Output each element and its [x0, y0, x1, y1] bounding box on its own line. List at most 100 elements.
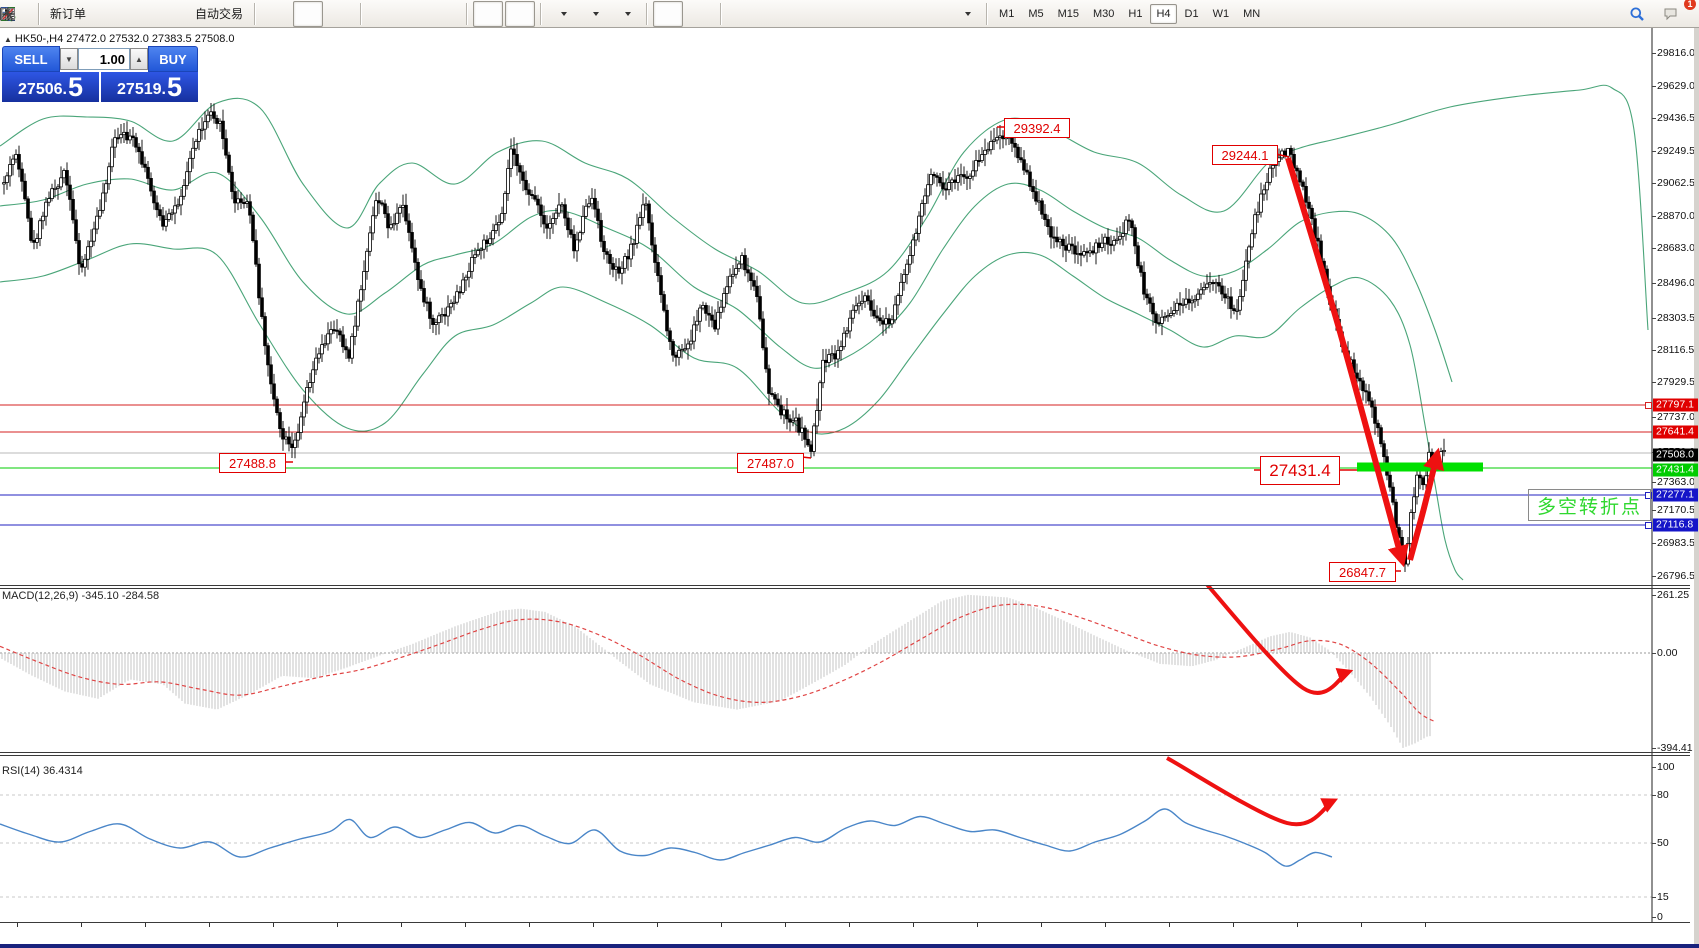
time-axis-tick [913, 923, 914, 927]
new-order-button[interactable]: 新订单 [45, 1, 92, 27]
notifications-button[interactable]: 1 [1662, 1, 1692, 27]
time-axis-tick [593, 923, 594, 927]
macd-axis-tick [1652, 748, 1656, 749]
time-axis-tick [849, 923, 850, 927]
equidistant-channel-button[interactable]: E [823, 1, 853, 27]
timeframe-h1[interactable]: H1 [1122, 4, 1148, 24]
zoom-out-button[interactable] [399, 1, 429, 27]
price-badge: 27508.0 [1653, 449, 1698, 462]
timeframe-m5[interactable]: M5 [1022, 4, 1049, 24]
rsi-axis-label: 50 [1657, 837, 1669, 849]
buy-button[interactable]: BUY [148, 46, 198, 72]
sell-price[interactable]: 27506.5 [2, 72, 99, 102]
price-axis-tick [1652, 53, 1656, 54]
line-handle[interactable] [1645, 402, 1652, 409]
macd-title: MACD(12,26,9) [2, 590, 78, 602]
one-click-trade-panel: SELL ▼ 1.00 ▲ BUY 27506.5 27519.5 [2, 46, 198, 102]
price-axis-label: 29629.0 [1657, 80, 1695, 92]
price-axis-label: 27170.5 [1657, 504, 1695, 516]
bar-chart-button[interactable] [261, 1, 291, 27]
rsi-axis-label: 80 [1657, 789, 1669, 801]
timeframe-m1[interactable]: M1 [993, 4, 1020, 24]
time-axis-tick [273, 923, 274, 927]
sell-button[interactable]: SELL [2, 46, 60, 72]
macd-panel-canvas[interactable] [0, 585, 1699, 752]
note-text-box[interactable]: 多空转折点 [1528, 489, 1651, 521]
sell-price-big-digit: 5 [68, 74, 83, 100]
rsi-axis-tick [1652, 917, 1656, 918]
search-button[interactable] [1630, 1, 1660, 27]
line-handle[interactable] [1645, 522, 1652, 529]
time-axis-tick [1041, 923, 1042, 927]
price-axis-label: 29062.5 [1657, 177, 1695, 189]
templates-button[interactable] [611, 1, 641, 27]
eraser-button[interactable] [94, 1, 124, 27]
price-annotation-label[interactable]: 26847.7 [1329, 562, 1396, 582]
time-axis-tick [1233, 923, 1234, 927]
price-axis-tick [1652, 482, 1656, 483]
text-button[interactable]: A [887, 1, 917, 27]
text-label-button[interactable]: T [919, 1, 949, 27]
notification-badge: 1 [1684, 0, 1696, 10]
main-chart-canvas[interactable] [0, 28, 1699, 585]
toolbar-separator [986, 3, 988, 25]
market-watch-button[interactable] [126, 1, 156, 27]
crosshair-button[interactable] [685, 1, 715, 27]
buy-price[interactable]: 27519.5 [101, 72, 198, 102]
fibonacci-button[interactable]: F [855, 1, 885, 27]
price-axis-label: 28683.0 [1657, 242, 1695, 254]
time-axis-tick [1361, 923, 1362, 927]
chevron-down-icon [965, 12, 971, 16]
signals-button[interactable] [158, 1, 188, 27]
time-axis-tick [1169, 923, 1170, 927]
price-annotation-label[interactable]: 27431.4 [1260, 456, 1340, 485]
price-axis-label: 29436.5 [1657, 112, 1695, 124]
arrows-button[interactable] [951, 1, 981, 27]
rsi-axis-tick [1652, 795, 1656, 796]
zoom-in-button[interactable] [367, 1, 397, 27]
trendline-button[interactable] [791, 1, 821, 27]
price-annotation-label[interactable]: 29392.4 [1004, 118, 1070, 138]
horizontal-line-button[interactable] [759, 1, 789, 27]
volume-decrease-button[interactable]: ▼ [60, 48, 78, 70]
timeframe-m30[interactable]: M30 [1087, 4, 1120, 24]
price-annotation-label[interactable]: 29244.1 [1212, 145, 1278, 165]
auto-trading-button[interactable]: 自动交易 [190, 1, 249, 27]
price-axis-label: 28303.5 [1657, 312, 1695, 324]
panel-separator [0, 755, 1690, 756]
timeframe-d1[interactable]: D1 [1179, 4, 1205, 24]
vertical-line-button[interactable] [727, 1, 757, 27]
periods-button[interactable] [579, 1, 609, 27]
candlestick-chart-button[interactable] [293, 1, 323, 27]
timeframe-m15[interactable]: M15 [1052, 4, 1085, 24]
price-annotation-label[interactable]: 27488.8 [219, 453, 286, 473]
rsi-axis-label: 100 [1657, 761, 1675, 773]
toolbar-separator [254, 3, 256, 25]
chart-shift-button[interactable] [505, 1, 535, 27]
auto-scroll-button[interactable] [473, 1, 503, 27]
time-axis-tick [465, 923, 466, 927]
toolbar-separator [540, 3, 542, 25]
indicators-button[interactable] [547, 1, 577, 27]
rsi-panel-canvas[interactable] [0, 752, 1699, 922]
timeframe-w1[interactable]: W1 [1207, 4, 1236, 24]
price-annotation-label[interactable]: 27487.0 [737, 453, 804, 473]
time-axis-tick [145, 923, 146, 927]
tile-windows-button[interactable] [431, 1, 461, 27]
buy-price-main: 27519. [117, 80, 166, 100]
time-axis-tick [785, 923, 786, 927]
price-axis-tick [1652, 417, 1656, 418]
arrows-icon [0, 6, 16, 22]
rsi-value: 36.4314 [43, 765, 83, 777]
timeframe-mn[interactable]: MN [1237, 4, 1266, 24]
main-toolbar: 新订单 自动交易 EFAT M1M5M15M30H1H4D1W1MN 1 [0, 0, 1699, 28]
timeframe-h4[interactable]: H4 [1150, 4, 1176, 24]
volume-increase-button[interactable]: ▲ [130, 48, 148, 70]
macd-axis-label: 0.00 [1657, 647, 1677, 659]
volume-input[interactable]: 1.00 [78, 48, 130, 70]
line-chart-button[interactable] [325, 1, 355, 27]
mt4-application-window: 新订单自动交易EFATM1M5M15M30H1H4D1W1MN1 ▲HK50-,… [0, 0, 1699, 948]
chat-icon [1663, 6, 1679, 22]
cursor-button[interactable] [653, 1, 683, 27]
time-axis-tick [401, 923, 402, 927]
